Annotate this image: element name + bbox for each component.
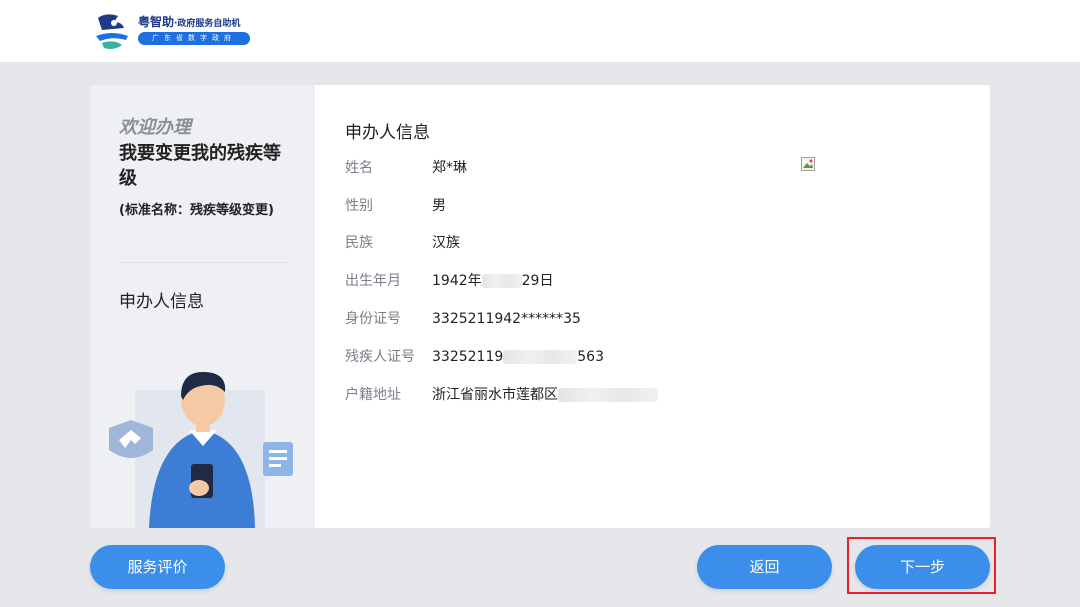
value-prefix: 1942年 bbox=[432, 273, 482, 289]
service-rating-button[interactable]: 服务评价 bbox=[90, 545, 225, 589]
field-label: 出生年月 bbox=[345, 273, 401, 289]
redacted-mask bbox=[558, 388, 658, 402]
header-bar: 粤智助·政府服务自助机 广东省数字政府 bbox=[0, 0, 1080, 62]
field-label: 姓名 bbox=[345, 160, 373, 176]
logo-text: 粤智助·政府服务自助机 bbox=[138, 13, 240, 30]
field-label: 户籍地址 bbox=[345, 387, 401, 403]
field-label: 性别 bbox=[345, 198, 373, 214]
field-value: 郑*琳 bbox=[432, 160, 467, 176]
field-value: 3325211942******35 bbox=[432, 311, 581, 327]
section-title: 申办人信息 bbox=[345, 123, 430, 143]
applicant-info-panel: 申办人信息 姓名 郑*琳 性别 男 民族 汉族 出生年月 1942年 29日 身份… bbox=[315, 85, 990, 528]
logo-sub-text: ·政府服务自助机 bbox=[174, 19, 241, 29]
field-value: 男 bbox=[432, 198, 446, 214]
field-value: 浙江省丽水市莲都区 bbox=[432, 385, 658, 405]
value-suffix: 563 bbox=[577, 349, 604, 365]
value-suffix: 29日 bbox=[521, 273, 554, 289]
logo-mark-icon bbox=[96, 14, 128, 49]
logo-main-text: 粤智助 bbox=[138, 15, 175, 29]
field-label: 民族 bbox=[345, 235, 373, 251]
field-value: 汉族 bbox=[432, 235, 460, 251]
sidebar-divider bbox=[119, 262, 289, 263]
value-prefix: 浙江省丽水市莲都区 bbox=[432, 387, 558, 403]
broken-photo-icon bbox=[801, 157, 815, 171]
next-step-highlight-frame bbox=[847, 537, 996, 594]
main-card: 欢迎办理 我要变更我的残疾等级 (标准名称：残疾等级变更) 申办人信息 申办人信… bbox=[90, 85, 990, 528]
service-name: 我要变更我的残疾等级 bbox=[119, 143, 281, 189]
service-sidebar: 欢迎办理 我要变更我的残疾等级 (标准名称：残疾等级变更) 申办人信息 bbox=[90, 85, 315, 528]
field-value: 33252119 563 bbox=[432, 347, 604, 367]
field-label: 身份证号 bbox=[345, 311, 401, 327]
back-button[interactable]: 返回 bbox=[697, 545, 832, 589]
redacted-mask bbox=[481, 274, 522, 288]
welcome-text: 欢迎办理 bbox=[119, 117, 191, 138]
officer-illustration-icon bbox=[109, 372, 293, 528]
field-label: 残疾人证号 bbox=[345, 349, 415, 365]
current-step-label: 申办人信息 bbox=[119, 292, 204, 312]
logo: 粤智助·政府服务自助机 广东省数字政府 bbox=[92, 10, 262, 52]
logo-tagline: 广东省数字政府 bbox=[138, 32, 250, 45]
service-standard-name: (标准名称：残疾等级变更) bbox=[119, 203, 274, 218]
redacted-mask bbox=[503, 350, 578, 364]
field-value: 1942年 29日 bbox=[432, 271, 553, 291]
value-prefix: 33252119 bbox=[432, 349, 504, 365]
